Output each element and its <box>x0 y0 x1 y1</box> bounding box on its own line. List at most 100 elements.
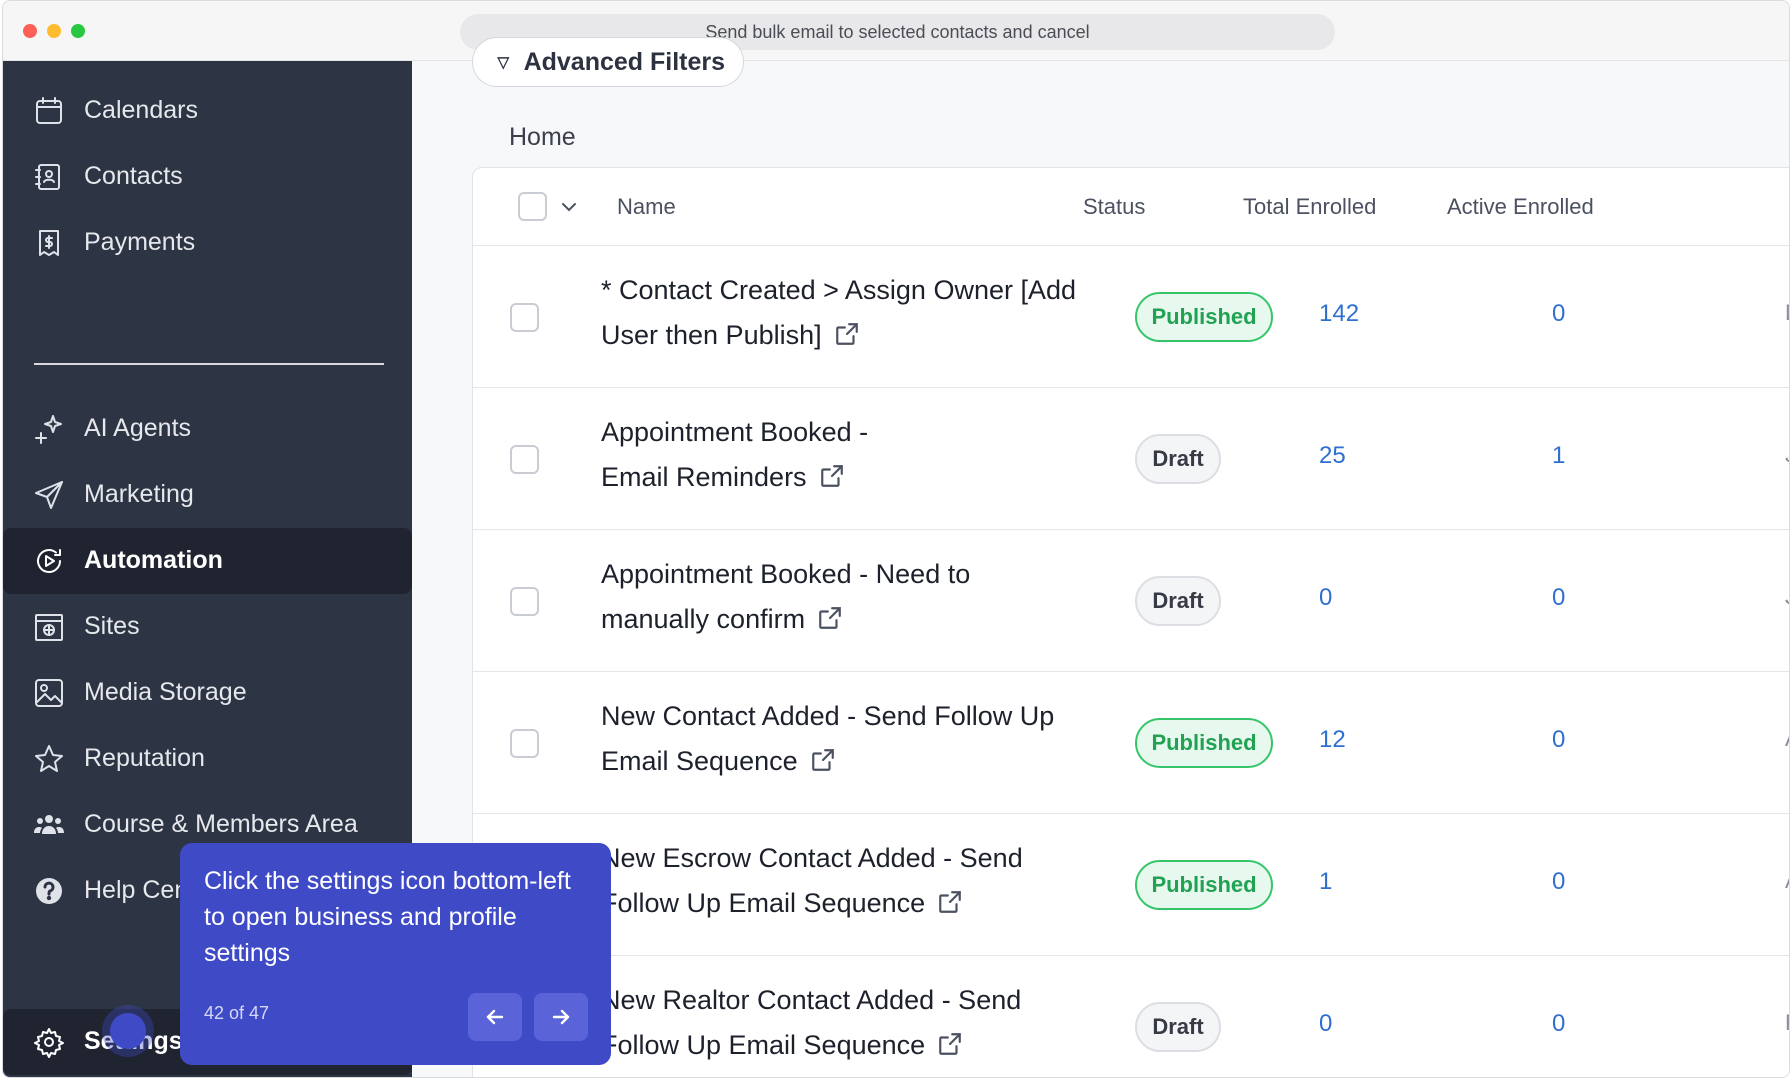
truncated-cell: F <box>1785 1010 1789 1036</box>
next-step-button[interactable] <box>534 993 588 1041</box>
truncated-cell: J <box>1785 442 1789 468</box>
maximize-window-button[interactable] <box>71 24 85 38</box>
sidebar-item-automation[interactable]: Automation <box>3 528 412 594</box>
advanced-filters-label: Advanced Filters <box>523 47 726 76</box>
gear-icon <box>33 1026 65 1065</box>
truncated-cell: A <box>1785 726 1789 752</box>
total-enrolled-link[interactable]: 0 <box>1319 1010 1332 1038</box>
truncated-cell: J <box>1785 584 1789 610</box>
column-header-active-enrolled[interactable]: Active Enrolled <box>1447 194 1594 220</box>
external-link-icon[interactable] <box>819 463 845 489</box>
table-row[interactable]: * Contact Created > Assign Owner [Add Us… <box>473 246 1789 388</box>
breadcrumb[interactable]: Home <box>509 123 576 152</box>
sidebar-divider <box>34 363 384 365</box>
workflow-name-link[interactable]: New Escrow Contact Added - Send Follow U… <box>601 836 1051 926</box>
row-checkbox[interactable] <box>510 303 539 332</box>
advanced-filters-button[interactable]: ▿ Advanced Filters <box>472 37 744 87</box>
column-header-status[interactable]: Status <box>1083 194 1145 220</box>
chevron-down-icon[interactable] <box>557 195 581 219</box>
sidebar-item-reputation[interactable]: Reputation <box>3 726 412 792</box>
people-icon <box>33 809 65 841</box>
select-all-checkbox[interactable] <box>518 192 547 221</box>
browser-window: Send bulk email to selected contacts and… <box>2 0 1790 1078</box>
sidebar-item-label: Media Storage <box>84 678 247 706</box>
send-icon <box>33 479 65 511</box>
sidebar-item-label: Marketing <box>84 480 194 508</box>
table-row[interactable]: New Contact Added - Send Follow Up Email… <box>473 672 1789 814</box>
arrow-left-icon <box>486 1009 504 1025</box>
truncated-cell: A <box>1785 868 1789 894</box>
active-enrolled-link[interactable]: 0 <box>1552 726 1565 754</box>
external-link-icon[interactable] <box>937 889 963 915</box>
automation-icon <box>33 545 65 577</box>
sidebar-item-ai-agents[interactable]: AI Agents <box>3 396 412 462</box>
total-enrolled-link[interactable]: 142 <box>1319 300 1359 328</box>
workflow-name-link[interactable]: Appointment Booked - Need to manually co… <box>601 552 1001 642</box>
title-bar: Send bulk email to selected contacts and… <box>3 1 1789 61</box>
sidebar-item-calendars[interactable]: Calendars <box>3 78 412 144</box>
active-enrolled-link[interactable]: 0 <box>1552 868 1565 896</box>
tooltip-text: Click the settings icon bottom-left to o… <box>204 867 571 967</box>
external-link-icon[interactable] <box>817 605 843 631</box>
total-enrolled-link[interactable]: 25 <box>1319 442 1346 470</box>
active-enrolled-link[interactable]: 0 <box>1552 584 1565 612</box>
workflow-name-link[interactable]: * Contact Created > Assign Owner [Add Us… <box>601 268 1081 358</box>
column-header-name[interactable]: Name <box>617 194 676 220</box>
sidebar-item-contacts[interactable]: Contacts <box>3 144 412 210</box>
table-row[interactable]: New Escrow Contact Added - Send Follow U… <box>473 814 1789 956</box>
close-window-button[interactable] <box>23 24 37 38</box>
sidebar-item-label: Payments <box>84 228 196 256</box>
workflow-name-link[interactable]: Appointment Booked - Email Reminders <box>601 410 941 500</box>
column-header-total-enrolled[interactable]: Total Enrolled <box>1243 194 1376 220</box>
main-content: ▿ Advanced Filters Home Name Status Tota… <box>412 37 1789 1077</box>
sidebar-item-label: Sites <box>84 612 140 640</box>
sidebar-item-label: Automation <box>84 546 223 574</box>
calendar-icon <box>33 95 65 127</box>
total-enrolled-link[interactable]: 1 <box>1319 868 1332 896</box>
star-icon <box>33 743 65 775</box>
minimize-window-button[interactable] <box>47 24 61 38</box>
table-row[interactable]: Appointment Booked - Need to manually co… <box>473 530 1789 672</box>
status-badge: Published <box>1135 292 1273 342</box>
sidebar-item-label: Course & Members Area <box>84 810 358 838</box>
external-link-icon[interactable] <box>937 1031 963 1057</box>
status-badge: Draft <box>1135 434 1221 484</box>
payments-icon <box>33 227 65 259</box>
workflow-name-link[interactable]: New Contact Added - Send Follow Up Email… <box>601 694 1081 784</box>
sidebar-item-marketing[interactable]: Marketing <box>3 462 412 528</box>
truncated-cell: D <box>1785 300 1789 326</box>
workflows-table: Name Status Total Enrolled Active Enroll… <box>472 167 1789 1077</box>
external-link-icon[interactable] <box>834 321 860 347</box>
sidebar-item-sites[interactable]: Sites <box>3 594 412 660</box>
sidebar-item-media-storage[interactable]: Media Storage <box>3 660 412 726</box>
sidebar-item-label: AI Agents <box>84 414 192 442</box>
external-link-icon[interactable] <box>810 747 836 773</box>
sites-icon <box>33 611 65 643</box>
status-badge: Published <box>1135 718 1273 768</box>
row-checkbox[interactable] <box>510 445 539 474</box>
filter-icon: ▿ <box>497 48 510 76</box>
image-icon <box>33 677 65 709</box>
active-enrolled-link[interactable]: 0 <box>1552 300 1565 328</box>
row-checkbox[interactable] <box>510 729 539 758</box>
previous-step-button[interactable] <box>468 993 522 1041</box>
active-enrolled-link[interactable]: 0 <box>1552 1010 1565 1038</box>
sidebar-item-label: Calendars <box>84 96 198 124</box>
help-icon <box>33 875 65 907</box>
row-checkbox[interactable] <box>510 587 539 616</box>
arrow-right-icon <box>552 1009 570 1025</box>
table-row[interactable]: New Realtor Contact Added - Send Follow … <box>473 956 1789 1077</box>
total-enrolled-link[interactable]: 12 <box>1319 726 1346 754</box>
guide-tooltip: Click the settings icon bottom-left to o… <box>180 843 611 1065</box>
table-row[interactable]: Appointment Booked - Email Reminders Dra… <box>473 388 1789 530</box>
contacts-icon <box>33 161 65 193</box>
sparkle-icon <box>33 413 65 445</box>
total-enrolled-link[interactable]: 0 <box>1319 584 1332 612</box>
guide-hotspot[interactable] <box>110 1013 146 1049</box>
status-badge: Draft <box>1135 1002 1221 1052</box>
sidebar-item-payments[interactable]: Payments <box>3 210 412 276</box>
sidebar-item-label: Contacts <box>84 162 183 190</box>
workflow-name-link[interactable]: New Realtor Contact Added - Send Follow … <box>601 978 1051 1068</box>
active-enrolled-link[interactable]: 1 <box>1552 442 1565 470</box>
step-counter: 42 of 47 <box>204 1003 270 1023</box>
